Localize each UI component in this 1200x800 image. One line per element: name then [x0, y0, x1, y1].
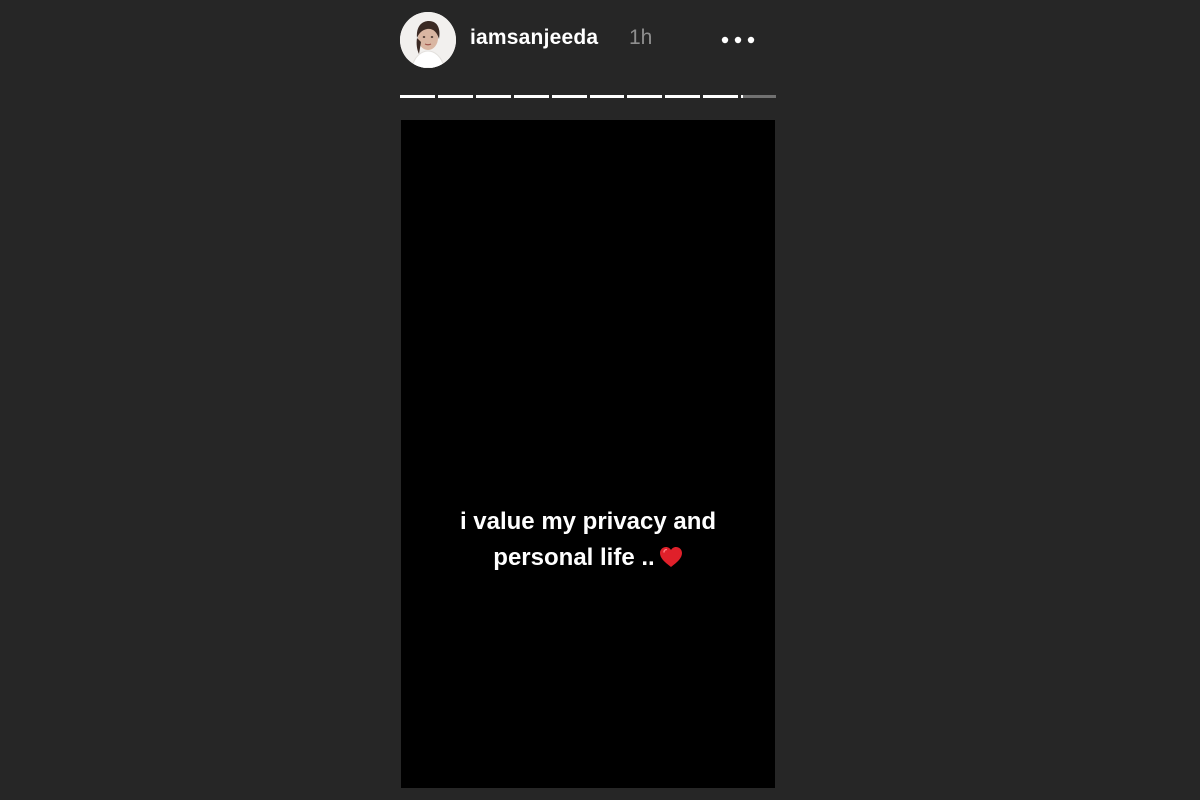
story-caption: i value my privacy and personal life ..: [401, 504, 775, 579]
more-options-icon: [721, 36, 755, 44]
progress-segment: [589, 95, 625, 98]
story-progress-bar: [400, 95, 777, 98]
progress-segment: [741, 95, 777, 98]
progress-segment: [627, 95, 663, 98]
story-content[interactable]: i value my privacy and personal life ..: [401, 120, 775, 788]
story-caption-line-text: personal life ..: [493, 544, 655, 571]
progress-segment: [665, 95, 701, 98]
progress-fill: [400, 95, 435, 98]
progress-fill: [551, 95, 587, 98]
story-timestamp: 1h: [629, 26, 653, 49]
progress-fill: [437, 95, 473, 98]
progress-segment: [475, 95, 511, 98]
story-caption-line: personal life ..: [401, 540, 775, 579]
profile-photo-icon: [400, 12, 456, 68]
progress-fill: [513, 95, 549, 98]
story-caption-line: i value my privacy and: [459, 508, 717, 535]
progress-segment: [703, 95, 739, 98]
progress-segment: [513, 95, 549, 98]
more-options-button[interactable]: [718, 28, 760, 52]
avatar[interactable]: [400, 12, 456, 68]
progress-fill: [475, 95, 511, 98]
story-viewer: iamsanjeeda 1h i value my privacy and pe…: [0, 0, 1200, 800]
progress-segment: [400, 95, 435, 98]
progress-fill: [589, 95, 625, 98]
red-heart-icon: [659, 543, 683, 579]
progress-fill: [741, 95, 743, 98]
progress-fill: [627, 95, 663, 98]
story-header: iamsanjeeda 1h: [400, 12, 776, 68]
progress-segment: [437, 95, 473, 98]
story-username[interactable]: iamsanjeeda: [470, 26, 598, 50]
progress-fill: [665, 95, 701, 98]
progress-fill: [703, 95, 739, 98]
progress-segment: [551, 95, 587, 98]
